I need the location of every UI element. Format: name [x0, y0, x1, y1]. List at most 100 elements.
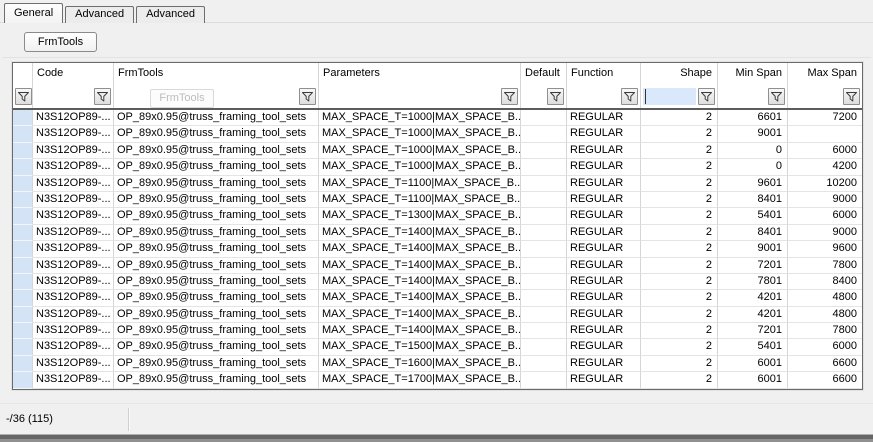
row-selector[interactable] — [13, 225, 33, 241]
cell-code[interactable]: N3S12OP89-... — [33, 192, 114, 208]
cell-max-span[interactable]: 9000 — [788, 225, 862, 241]
table-row[interactable]: N3S12OP89-... OP_89x0.95@truss_framing_t… — [13, 176, 862, 192]
cell-code[interactable]: N3S12OP89-... — [33, 356, 114, 372]
cell-code[interactable]: N3S12OP89-... — [33, 159, 114, 175]
filter-button-min-span[interactable] — [768, 88, 785, 105]
row-selector[interactable] — [13, 339, 33, 355]
cell-function[interactable]: REGULAR — [567, 307, 641, 323]
cell-parameters[interactable]: MAX_SPACE_T=1400|MAX_SPACE_B... — [319, 258, 521, 274]
cell-shape[interactable]: 2 — [641, 258, 718, 274]
cell-frmtools[interactable]: OP_89x0.95@truss_framing_tool_sets — [114, 258, 319, 274]
row-selector[interactable] — [13, 290, 33, 306]
tab-general[interactable]: General — [4, 3, 63, 23]
cell-min-span[interactable]: 0 — [718, 143, 788, 159]
cell-shape[interactable]: 2 — [641, 290, 718, 306]
cell-default[interactable] — [521, 307, 567, 323]
table-row[interactable]: N3S12OP89-... OP_89x0.95@truss_framing_t… — [13, 126, 862, 142]
cell-parameters[interactable]: MAX_SPACE_T=1400|MAX_SPACE_B... — [319, 307, 521, 323]
table-row[interactable]: N3S12OP89-... OP_89x0.95@truss_framing_t… — [13, 290, 862, 306]
cell-function[interactable]: REGULAR — [567, 110, 641, 126]
cell-frmtools[interactable]: OP_89x0.95@truss_framing_tool_sets — [114, 307, 319, 323]
cell-frmtools[interactable]: OP_89x0.95@truss_framing_tool_sets — [114, 339, 319, 355]
cell-code[interactable]: N3S12OP89-... — [33, 307, 114, 323]
cell-max-span[interactable]: 9000 — [788, 192, 862, 208]
table-row[interactable]: N3S12OP89-... OP_89x0.95@truss_framing_t… — [13, 241, 862, 257]
cell-default[interactable] — [521, 159, 567, 175]
row-selector[interactable] — [13, 110, 33, 126]
cell-min-span[interactable]: 9001 — [718, 241, 788, 257]
cell-shape[interactable]: 2 — [641, 143, 718, 159]
cell-default[interactable] — [521, 258, 567, 274]
row-selector[interactable] — [13, 372, 33, 388]
cell-max-span[interactable]: 8400 — [788, 274, 862, 290]
cell-shape[interactable]: 2 — [641, 192, 718, 208]
cell-function[interactable]: REGULAR — [567, 159, 641, 175]
cell-min-span[interactable]: 4201 — [718, 290, 788, 306]
cell-function[interactable]: REGULAR — [567, 225, 641, 241]
cell-parameters[interactable]: MAX_SPACE_T=1100|MAX_SPACE_B... — [319, 176, 521, 192]
row-selector[interactable] — [13, 192, 33, 208]
cell-default[interactable] — [521, 143, 567, 159]
cell-parameters[interactable]: MAX_SPACE_T=1100|MAX_SPACE_B... — [319, 192, 521, 208]
cell-shape[interactable]: 2 — [641, 339, 718, 355]
tab-advanced-1[interactable]: Advanced — [65, 6, 134, 23]
cell-shape[interactable]: 2 — [641, 110, 718, 126]
cell-function[interactable]: REGULAR — [567, 126, 641, 142]
filter-button-code[interactable] — [94, 88, 111, 105]
cell-function[interactable]: REGULAR — [567, 290, 641, 306]
cell-min-span[interactable]: 9601 — [718, 176, 788, 192]
cell-max-span[interactable]: 7200 — [788, 110, 862, 126]
cell-code[interactable]: N3S12OP89-... — [33, 241, 114, 257]
table-row[interactable]: N3S12OP89-... OP_89x0.95@truss_framing_t… — [13, 258, 862, 274]
cell-parameters[interactable]: MAX_SPACE_T=1000|MAX_SPACE_B... — [319, 143, 521, 159]
cell-shape[interactable]: 2 — [641, 356, 718, 372]
cell-code[interactable]: N3S12OP89-... — [33, 323, 114, 339]
filter-button-shape[interactable] — [698, 88, 715, 105]
cell-min-span[interactable]: 5401 — [718, 339, 788, 355]
row-selector[interactable] — [13, 323, 33, 339]
cell-min-span[interactable]: 7801 — [718, 274, 788, 290]
table-row[interactable]: N3S12OP89-... OP_89x0.95@truss_framing_t… — [13, 159, 862, 175]
cell-code[interactable]: N3S12OP89-... — [33, 339, 114, 355]
cell-default[interactable] — [521, 339, 567, 355]
cell-min-span[interactable]: 4201 — [718, 307, 788, 323]
filter-button-selector[interactable] — [15, 88, 32, 105]
cell-function[interactable]: REGULAR — [567, 372, 641, 388]
cell-parameters[interactable]: MAX_SPACE_T=1400|MAX_SPACE_B... — [319, 225, 521, 241]
cell-min-span[interactable]: 8401 — [718, 192, 788, 208]
cell-frmtools[interactable]: OP_89x0.95@truss_framing_tool_sets — [114, 143, 319, 159]
cell-frmtools[interactable]: OP_89x0.95@truss_framing_tool_sets — [114, 225, 319, 241]
cell-function[interactable]: REGULAR — [567, 339, 641, 355]
row-selector[interactable] — [13, 241, 33, 257]
cell-max-span[interactable] — [788, 126, 862, 142]
cell-code[interactable]: N3S12OP89-... — [33, 208, 114, 224]
filter-button-max-span[interactable] — [843, 88, 860, 105]
cell-code[interactable]: N3S12OP89-... — [33, 143, 114, 159]
cell-default[interactable] — [521, 110, 567, 126]
cell-frmtools[interactable]: OP_89x0.95@truss_framing_tool_sets — [114, 126, 319, 142]
cell-function[interactable]: REGULAR — [567, 241, 641, 257]
cell-frmtools[interactable]: OP_89x0.95@truss_framing_tool_sets — [114, 290, 319, 306]
cell-default[interactable] — [521, 241, 567, 257]
cell-min-span[interactable]: 6001 — [718, 356, 788, 372]
cell-min-span[interactable]: 0 — [718, 159, 788, 175]
cell-shape[interactable]: 2 — [641, 225, 718, 241]
cell-shape[interactable]: 2 — [641, 372, 718, 388]
filter-button-frmtools[interactable] — [299, 88, 316, 105]
row-selector[interactable] — [13, 274, 33, 290]
cell-frmtools[interactable]: OP_89x0.95@truss_framing_tool_sets — [114, 356, 319, 372]
table-row[interactable]: N3S12OP89-... OP_89x0.95@truss_framing_t… — [13, 143, 862, 159]
cell-parameters[interactable]: MAX_SPACE_T=1000|MAX_SPACE_B... — [319, 159, 521, 175]
cell-max-span[interactable]: 6600 — [788, 356, 862, 372]
cell-max-span[interactable]: 6000 — [788, 143, 862, 159]
cell-function[interactable]: REGULAR — [567, 143, 641, 159]
cell-default[interactable] — [521, 225, 567, 241]
cell-frmtools[interactable]: OP_89x0.95@truss_framing_tool_sets — [114, 372, 319, 388]
column-header-min-span[interactable]: Min Span — [718, 63, 788, 108]
cell-parameters[interactable]: MAX_SPACE_T=1600|MAX_SPACE_B... — [319, 356, 521, 372]
cell-default[interactable] — [521, 274, 567, 290]
cell-code[interactable]: N3S12OP89-... — [33, 176, 114, 192]
row-selector[interactable] — [13, 356, 33, 372]
cell-shape[interactable]: 2 — [641, 208, 718, 224]
cell-code[interactable]: N3S12OP89-... — [33, 258, 114, 274]
